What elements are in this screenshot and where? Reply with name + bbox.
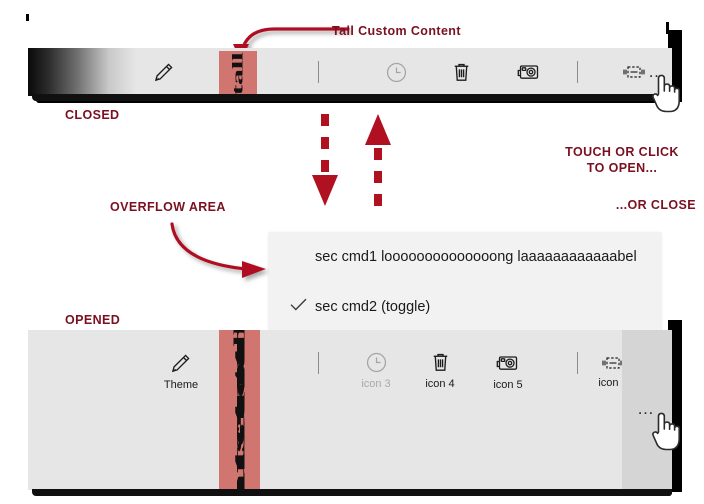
opened-toolbar: Theme tall custom content icon 3 icon 4 …	[28, 330, 672, 496]
toolbar-left-fade	[28, 48, 136, 96]
toolbar-item-icon5-opened[interactable]: icon 5	[473, 342, 543, 398]
resize-widget-icon	[620, 61, 648, 83]
camera-icon	[495, 350, 521, 376]
pencil-icon	[168, 350, 194, 376]
dashed-arrow-down	[312, 114, 338, 206]
closed-toolbar: tall	[28, 48, 672, 101]
overflow-area-arrow	[170, 222, 266, 278]
tall-word-tall-closed: tall	[229, 52, 246, 95]
toolbar-item-icon4-closed[interactable]	[433, 48, 489, 96]
window-frame-right-thin	[666, 22, 669, 34]
overflow-flyout-menu: sec cmd1 loooooooooooooong laaaaaaaaaaaa…	[269, 232, 661, 333]
toolbar-item-icon5-closed[interactable]	[501, 48, 557, 96]
overflow-menu-item-1[interactable]: sec cmd1 loooooooooooooong laaaaaaaaaaaa…	[269, 232, 661, 282]
closed-toolbar-drop-shadow	[32, 94, 672, 101]
trash-icon	[449, 60, 474, 85]
toolbar-item-icon5-label: icon 5	[493, 378, 523, 391]
toolbar-separator-1-closed	[318, 61, 319, 83]
toolbar-item-icon3-opened[interactable]: icon 3	[341, 342, 411, 398]
pointing-hand-cursor-closed	[652, 74, 680, 113]
annotation-overflow-area: OVERFLOW AREA	[110, 200, 226, 214]
annotation-opened: OPENED	[65, 313, 121, 327]
dashed-arrow-up	[365, 114, 391, 206]
annotation-or-close: ...OR CLOSE	[615, 198, 696, 212]
annotation-touch-or-click-to-open: TOUCH OR CLICK TO OPEN...	[565, 145, 679, 175]
clock-icon	[364, 350, 389, 375]
toolbar-separator-2-closed	[577, 61, 578, 83]
tall-custom-content-closed[interactable]: tall	[219, 51, 257, 96]
toolbar-item-theme-opened[interactable]: Theme	[146, 342, 216, 398]
annotation-tall-custom-content: Tall Custom Content	[332, 24, 461, 38]
overflow-menu-item-2-label: sec cmd2 (toggle)	[315, 299, 431, 315]
tall-word-content: content	[230, 343, 248, 490]
clock-icon	[384, 60, 409, 85]
pointing-hand-cursor-opened	[652, 412, 680, 451]
window-frame-top-tick	[26, 14, 29, 21]
pencil-icon	[151, 59, 177, 85]
trash-icon	[428, 350, 453, 375]
camera-icon	[516, 59, 542, 85]
toolbar-item-icon4-label: icon 4	[425, 378, 455, 390]
toolbar-item-theme-label: Theme	[163, 378, 199, 391]
screenshot-root: Tall Custom Content tall … CLOSED TOUCH …	[0, 0, 704, 504]
checkmark-icon	[289, 297, 308, 318]
opened-toolbar-drop-shadow	[32, 489, 672, 496]
overflow-menu-item-1-label: sec cmd1 loooooooooooooong laaaaaaaaaaaa…	[315, 249, 637, 265]
toolbar-item-icon3-label: icon 3	[361, 378, 391, 390]
annotation-closed: CLOSED	[65, 108, 120, 122]
toolbar-item-theme-closed[interactable]	[134, 48, 194, 96]
overflow-menu-item-2[interactable]: sec cmd2 (toggle)	[269, 282, 661, 332]
toolbar-item-icon3-closed[interactable]	[368, 48, 424, 96]
tall-custom-content-opened[interactable]: tall custom content	[219, 330, 260, 490]
toolbar-separator-1-opened	[318, 352, 319, 374]
toolbar-item-icon4-opened[interactable]: icon 4	[405, 342, 475, 398]
